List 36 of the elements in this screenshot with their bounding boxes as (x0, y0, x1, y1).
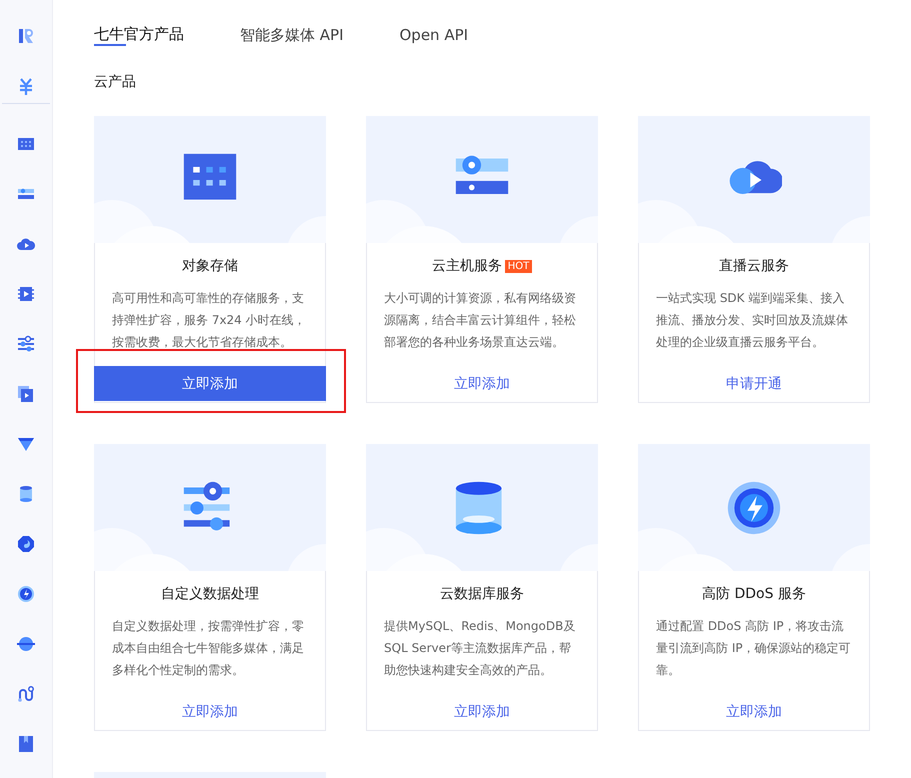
lightning-icon[interactable] (17, 585, 35, 603)
bookmark-icon[interactable] (17, 735, 35, 753)
add-link[interactable]: 立即添加 (450, 366, 514, 401)
card-description: 提供MySQL、Redis、MongoDB及SQL Server等主流数据库产品，帮助您快速构建安全高效的产品。 (383, 618, 576, 679)
globe-icon[interactable] (17, 635, 35, 653)
triangle-icon[interactable] (17, 435, 35, 453)
database-icon[interactable] (17, 485, 35, 503)
add-link[interactable]: 立即添加 (178, 694, 242, 729)
logo-icon[interactable] (17, 27, 35, 45)
card-title: 直播云服务 (719, 257, 789, 276)
card-description: 高可用性和高可靠性的存储服务，支持弹性扩容，服务 7x24 小时在线，按需收费，最大化节省存储成本。 (111, 290, 307, 351)
add-link[interactable]: 立即添加 (722, 694, 786, 729)
film-icon[interactable] (17, 285, 35, 303)
add-link[interactable]: 申请开通 (722, 366, 786, 401)
sliders-icon[interactable] (17, 335, 35, 353)
card-description: 通过配置 DDoS 高防 IP，将攻击流量引流到高防 IP，确保源站的稳定可靠。 (655, 618, 852, 679)
card-title: 对象存储 (182, 257, 238, 276)
yen-icon[interactable] (17, 77, 35, 95)
grid-icon[interactable] (17, 135, 35, 153)
route-icon[interactable] (17, 685, 35, 703)
card-title: 云数据库服务 (440, 585, 524, 604)
card-title: 自定义数据处理 (161, 585, 259, 604)
add-link[interactable]: 立即添加 (450, 694, 514, 729)
card-title: 云主机服务 (432, 257, 502, 276)
card-description: 一站式实现 SDK 端到端采集、接入推流、播放分发、实时回放及流媒体处理的企业级直播云服务平台。 (655, 290, 849, 351)
hot-badge: HOT (504, 260, 532, 272)
card-description: 大小可调的计算资源，私有网络级资源隔离，结合丰富云计算组件，轻松部署您的各种业务场景直达云端。 (383, 290, 577, 351)
tab[interactable]: Open API (400, 22, 468, 48)
card-title: 高防 DDoS 服务 (702, 585, 806, 604)
section-title: 云产品 (94, 73, 136, 92)
tab[interactable]: 智能多媒体 API (240, 22, 344, 48)
yin-yang-icon[interactable] (17, 535, 35, 553)
lightning-icon (726, 480, 782, 536)
add-button[interactable]: 立即添加 (94, 366, 326, 401)
video-icon[interactable] (17, 385, 35, 403)
card-description: 自定义数据处理，按需弹性扩容，零成本自由组合七牛智能多媒体，满足多样化个性定制的需求。 (111, 618, 305, 679)
